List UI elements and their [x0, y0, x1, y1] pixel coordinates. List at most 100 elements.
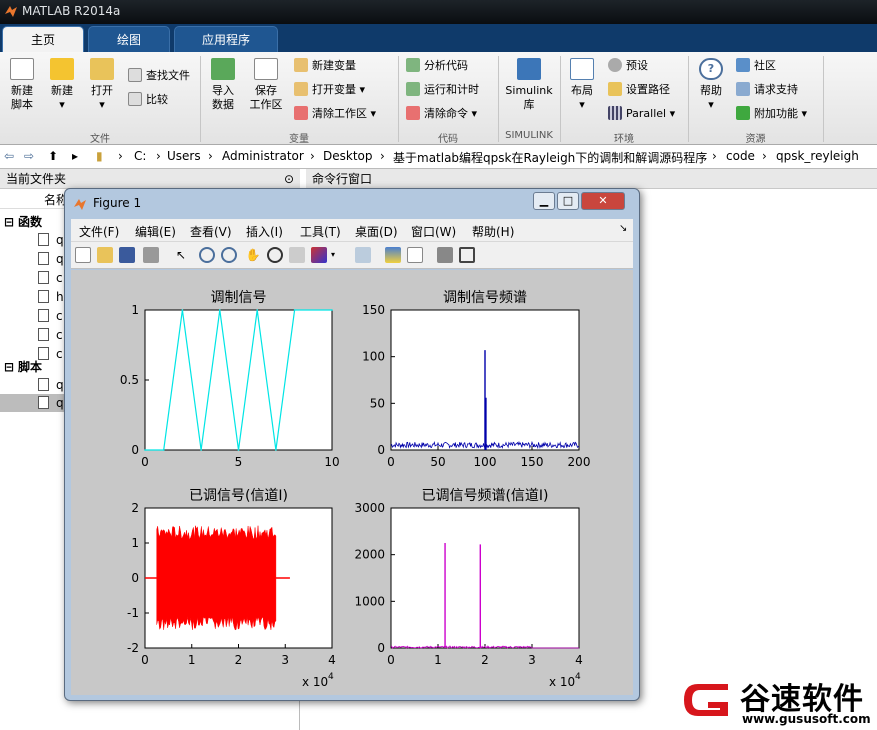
x-tick-label: 150 — [521, 455, 544, 469]
brand-logo — [684, 684, 728, 716]
data-point — [256, 309, 258, 311]
add-ons-button[interactable]: 附加功能 ▾ — [736, 104, 807, 124]
x-tick-label: 0 — [387, 455, 395, 469]
layout-icon — [570, 58, 594, 80]
community-button[interactable]: 社区 — [736, 56, 776, 76]
set-path-button[interactable]: 设置路径 — [608, 80, 670, 100]
maximize-button[interactable]: □ — [557, 192, 579, 210]
link-plot-icon[interactable] — [355, 247, 371, 263]
dock-arrow-icon[interactable]: ↘ — [619, 223, 627, 234]
new-variable-button[interactable]: 新建变量 — [294, 56, 356, 76]
tab-plots[interactable]: 绘图 — [88, 26, 170, 52]
zoom-in-icon[interactable] — [199, 247, 215, 263]
path-segment[interactable]: C: — [134, 149, 146, 163]
plots-svg: 调制信号0 5 1000.51调制信号频谱0 50 100 150 200050100150… — [120, 290, 591, 689]
tab-apps[interactable]: 应用程序 — [174, 26, 278, 52]
compare-button[interactable]: 比较 — [128, 90, 168, 110]
back-arrow-icon[interactable]: ⇦ — [4, 149, 14, 163]
plot-title: 已调信号频谱(信道I) — [421, 488, 548, 504]
forward-arrow-icon[interactable]: ⇨ — [24, 149, 34, 163]
function-file-icon — [38, 328, 49, 341]
analyze-code-button[interactable]: 分析代码 — [406, 56, 468, 76]
colorbar-icon[interactable] — [385, 247, 401, 263]
data-point — [331, 309, 333, 311]
figure-window[interactable]: Figure 1 ▁ □ ✕ 文件(F) 编辑(E) 查看(V) 插入(I) 工… — [64, 188, 640, 701]
address-bar[interactable]: ⇦ ⇨ ⬆ ▸ ▮ › C: › Users › Administrator ›… — [0, 145, 877, 169]
support-icon — [736, 82, 750, 96]
close-button[interactable]: ✕ — [581, 192, 625, 210]
open-file-icon[interactable] — [97, 247, 113, 263]
panel-menu-icon[interactable]: ⊙ — [284, 169, 294, 189]
menu-tools[interactable]: 工具(T) — [300, 223, 341, 240]
menu-edit[interactable]: 编辑(E) — [135, 223, 176, 240]
import-data-button[interactable]: 导入 数据 — [204, 56, 242, 112]
pan-hand-icon[interactable]: ✋ — [245, 247, 261, 263]
simulink-library-button[interactable]: Simulink 库 — [502, 56, 556, 112]
menu-desktop[interactable]: 桌面(D) — [355, 223, 398, 240]
open-button[interactable]: 打开 ▾ — [84, 56, 120, 112]
menu-window[interactable]: 窗口(W) — [411, 223, 456, 240]
path-segment[interactable]: code — [726, 149, 755, 163]
up-folder-icon[interactable]: ⬆ — [48, 149, 58, 163]
path-segment[interactable]: Administrator — [222, 149, 304, 163]
preferences-button[interactable]: 预设 — [608, 56, 648, 76]
tab-strip: 主页 绘图 应用程序 — [0, 24, 877, 52]
browse-folder-icon[interactable]: ▸ — [72, 149, 78, 163]
hide-plot-tools-icon[interactable] — [437, 247, 453, 263]
menu-view[interactable]: 查看(V) — [190, 223, 232, 240]
x-tick-label: 4 — [575, 653, 583, 667]
request-support-button[interactable]: 请求支持 — [736, 80, 798, 100]
show-plot-tools-icon[interactable] — [459, 247, 475, 263]
parallel-button[interactable]: Parallel ▾ — [608, 104, 675, 124]
command-window-header: 命令行窗口 — [306, 169, 877, 189]
clear-workspace-button[interactable]: 清除工作区 ▾ — [294, 104, 376, 124]
function-file-icon — [38, 290, 49, 303]
y-tick-label: 0.5 — [120, 373, 139, 387]
layout-button[interactable]: 布局 ▾ — [564, 56, 600, 112]
path-segment[interactable]: 基于matlab编程qpsk在Rayleigh下的调制和解调源码程序 — [393, 149, 707, 166]
figure-logo-icon — [74, 199, 86, 210]
menu-help[interactable]: 帮助(H) — [472, 223, 514, 240]
menu-file[interactable]: 文件(F) — [79, 223, 119, 240]
y-tick-label: 1 — [131, 303, 139, 317]
figure-title: Figure 1 — [93, 196, 142, 210]
data-point — [200, 449, 202, 451]
save-workspace-button[interactable]: 保存 工作区 — [246, 56, 286, 112]
y-tick-label: -1 — [127, 606, 139, 620]
figure-canvas[interactable]: 调制信号 0 5 10 0 0.5 1 调制信号频谱 0 50 100 150 200 0 50 100 150… — [71, 270, 633, 695]
data-point — [275, 449, 277, 451]
find-files-button[interactable]: 查找文件 — [128, 66, 190, 86]
data-cursor-icon[interactable] — [289, 247, 305, 263]
save-icon[interactable] — [119, 247, 135, 263]
zoom-out-icon[interactable] — [221, 247, 237, 263]
minimize-button[interactable]: ▁ — [533, 192, 555, 210]
new-script-button[interactable]: 新建 脚本 — [4, 56, 40, 112]
brush-dropdown-icon[interactable]: ▾ — [329, 247, 337, 263]
y-tick-label: 100 — [362, 350, 385, 364]
x-tick-label: 0 — [141, 653, 149, 667]
menu-insert[interactable]: 插入(I) — [246, 223, 283, 240]
path-segment[interactable]: Desktop — [323, 149, 373, 163]
y-tick-label: 150 — [362, 303, 385, 317]
brush-icon[interactable] — [311, 247, 327, 263]
new-button[interactable]: 新建 ▾ — [44, 56, 80, 112]
help-button[interactable]: ? 帮助 ▾ — [694, 56, 728, 112]
run-and-time-icon — [406, 82, 420, 96]
path-segment[interactable]: qpsk_reyleigh — [776, 149, 859, 163]
rotate-3d-icon[interactable] — [267, 247, 283, 263]
path-segment[interactable]: Users — [167, 149, 201, 163]
clear-commands-button[interactable]: 清除命令 ▾ — [406, 104, 477, 124]
print-icon[interactable] — [143, 247, 159, 263]
new-figure-icon[interactable] — [75, 247, 91, 263]
y-tick-label: 0 — [131, 443, 139, 457]
y-tick-label: 50 — [370, 396, 385, 410]
data-point — [293, 309, 296, 311]
pointer-arrow-icon[interactable]: ↖ — [173, 247, 189, 263]
collapse-icon: ⊟ — [4, 215, 15, 229]
open-variable-button[interactable]: 打开变量 ▾ — [294, 80, 365, 100]
run-and-time-button[interactable]: 运行和计时 — [406, 80, 479, 100]
tab-home[interactable]: 主页 — [2, 26, 84, 52]
x-exponent-power: 4 — [575, 672, 581, 682]
parallel-icon — [608, 106, 622, 120]
legend-icon[interactable] — [407, 247, 423, 263]
